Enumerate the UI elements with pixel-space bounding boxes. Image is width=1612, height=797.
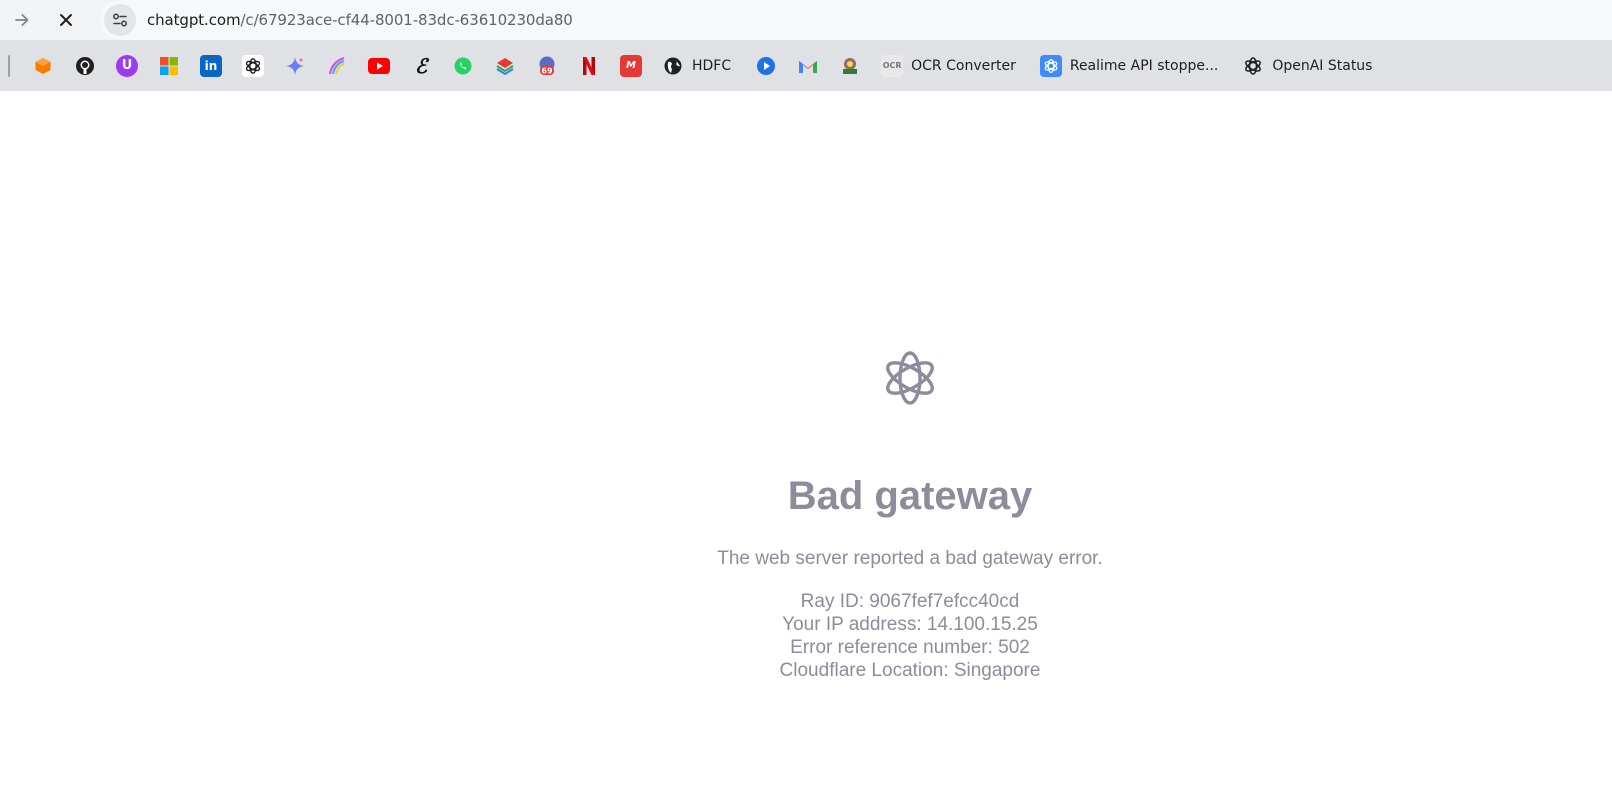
bookmark-realtime-api[interactable]: Realime API stoppe... [1036,50,1226,82]
arrow-right-icon [15,14,29,26]
bookmark-play[interactable] [751,50,781,82]
emblem-icon [839,55,861,77]
bookmark-linkedin[interactable]: in [196,50,226,82]
youtube-icon [368,55,390,77]
bookmark-layers[interactable] [490,50,520,82]
error-title: Bad gateway [787,474,1033,518]
site-info-button[interactable] [104,4,136,36]
github-icon [74,55,96,77]
bookmark-label: OCR Converter [911,57,1016,74]
layers-icon [494,55,516,77]
tune-icon [113,13,127,27]
bookmark-openai-status[interactable]: OpenAI Status [1238,50,1380,82]
gmail-icon [797,55,819,77]
bookmark-label: OpenAI Status [1272,57,1373,74]
bookmark-myntra[interactable]: M [616,50,646,82]
address-bar[interactable]: chatgpt.com/c/67923ace-cf44-8001-83dc-63… [100,0,1612,40]
browser-toolbar: chatgpt.com/c/67923ace-cf44-8001-83dc-63… [0,0,1612,40]
microsoft-icon [158,55,180,77]
url-host: chatgpt.com [147,11,241,29]
url-text[interactable]: chatgpt.com/c/67923ace-cf44-8001-83dc-63… [147,11,573,29]
openai-icon [242,54,264,77]
badge-69-icon: 69 [536,55,558,77]
bookmark-netflix[interactable] [574,50,604,82]
bookmark-microsoft[interactable] [154,50,184,82]
globe-icon [662,55,684,77]
bookmark-e[interactable]: ℰ [406,50,436,82]
bookmark-ocr-converter[interactable]: OCR OCR Converter [877,50,1024,82]
bookmark-gmail[interactable] [793,50,823,82]
url-path: /c/67923ace-cf44-8001-83dc-63610230da80 [240,11,573,29]
bookmark-whatsapp[interactable] [448,50,478,82]
error-details: Ray ID: 9067fef7efcc40cd Your IP address… [0,590,1612,682]
bookmark-hdfc[interactable]: HDFC [658,50,739,82]
forward-button[interactable] [6,4,38,36]
bookmarks-separator [8,54,10,77]
rainbow-icon [326,55,348,77]
ocr-icon: OCR [881,54,904,77]
bookmark-label: HDFC [692,57,732,74]
openai-blue-icon [1039,54,1062,77]
u-icon: U [116,54,138,77]
play-icon [755,55,777,77]
gemini-icon [284,55,306,77]
e-icon: ℰ [414,53,428,78]
bookmark-github[interactable] [70,50,100,82]
bookmark-gemini[interactable] [280,50,310,82]
bookmark-u[interactable]: U [112,50,142,82]
bookmark-chatgpt[interactable] [238,50,268,82]
ray-id: Ray ID: 9067fef7efcc40cd [800,591,1020,612]
openai-logo-icon [886,351,934,405]
myntra-icon: M [620,54,642,77]
cloudflare-location: Cloudflare Location: Singapore [779,660,1041,681]
bookmarks-bar: U in ℰ 69 M HDFC OCR OCR Converter Reali… [0,40,1612,91]
ip-address: Your IP address: 14.100.15.25 [782,614,1038,635]
box-icon [32,55,54,77]
error-message: The web server reported a bad gateway er… [717,548,1103,569]
whatsapp-icon [452,55,474,77]
close-icon [60,14,72,26]
error-reference: Error reference number: 502 [790,637,1030,658]
svg-text:69: 69 [541,66,553,75]
bookmark-rainbow[interactable] [322,50,352,82]
bookmark-youtube[interactable] [364,50,394,82]
bookmark-box[interactable] [28,50,58,82]
bookmark-69[interactable]: 69 [532,50,562,82]
netflix-icon [578,55,600,77]
bookmark-emblem[interactable] [835,50,865,82]
openai-icon [1242,55,1264,77]
bookmark-label: Realime API stoppe... [1069,57,1219,74]
linkedin-icon: in [200,54,222,77]
stop-loading-button[interactable] [50,4,82,36]
